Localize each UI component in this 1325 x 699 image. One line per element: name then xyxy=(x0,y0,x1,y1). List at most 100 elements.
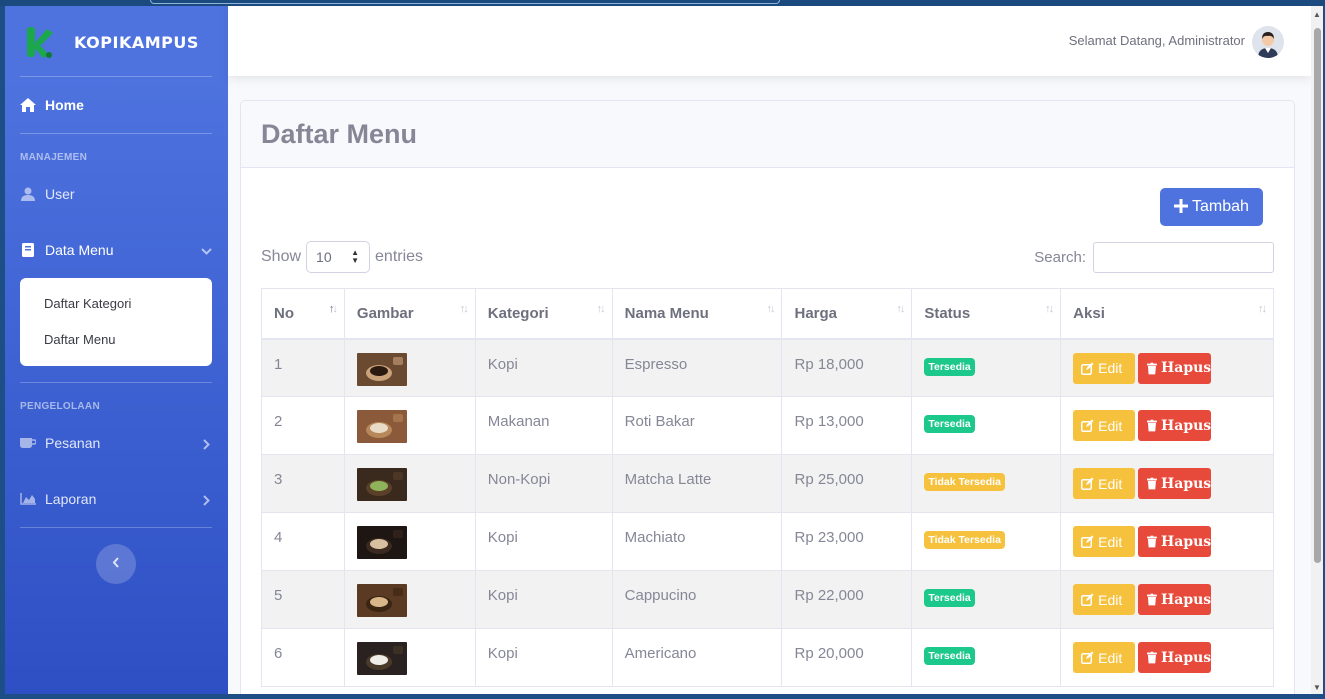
sidebar-item-home[interactable]: Home xyxy=(20,90,212,120)
sidebar-item-laporan[interactable]: Laporan xyxy=(20,484,212,514)
card-header: Daftar Menu xyxy=(241,101,1294,168)
brand[interactable]: KOPIKAMPUS xyxy=(25,22,199,62)
entries-label: entries xyxy=(375,248,424,265)
search-input[interactable] xyxy=(1093,242,1274,273)
entries-value: 10 xyxy=(316,249,332,265)
sidebar-toggle-button[interactable] xyxy=(96,544,136,584)
delete-button[interactable]: Hapus xyxy=(1138,410,1212,441)
kategori-text: Makanan xyxy=(487,413,550,430)
show-label: Show xyxy=(261,248,302,265)
page-scrollbar[interactable]: ▲ ▼ xyxy=(1311,6,1323,694)
header-label: No xyxy=(274,304,294,322)
delete-button[interactable]: Hapus xyxy=(1138,526,1212,557)
header-label: Aksi xyxy=(1073,304,1105,322)
cell-gambar xyxy=(343,338,476,397)
menu-item-photo xyxy=(356,584,407,617)
sort-icon: ↑↓ xyxy=(596,303,606,315)
column-header-kategori[interactable]: Kategori ↑↓ xyxy=(474,288,613,340)
status-badge: Tersedia xyxy=(924,357,975,376)
welcome-text[interactable]: Selamat Datang, Administrator xyxy=(1069,33,1245,48)
avatar[interactable] xyxy=(1252,26,1284,58)
sidebar-divider xyxy=(20,133,212,134)
cell-gambar xyxy=(343,628,476,687)
edit-button[interactable]: Edit xyxy=(1073,352,1136,384)
menu-name-text: Machiato xyxy=(624,529,686,546)
edit-icon xyxy=(1081,362,1094,375)
sidebar-heading-manajemen: MANAJEMEN xyxy=(20,152,88,163)
menu-name-text: Cappucino xyxy=(624,587,697,604)
row-number: 6 xyxy=(274,645,283,662)
submenu-item-daftar-kategori[interactable]: Daftar Kategori xyxy=(44,296,131,311)
scroll-down-icon[interactable]: ▼ xyxy=(1313,683,1321,692)
menu-card: Daftar Menu Tambah Show 10 ▲ ▼ entries Se… xyxy=(240,100,1295,694)
edit-button[interactable]: Edit xyxy=(1073,410,1136,441)
menu-name-text: Americano xyxy=(624,645,697,662)
cell-aksi: Edit Hapus xyxy=(1060,454,1274,513)
column-header-harga[interactable]: Harga ↑↓ xyxy=(781,288,913,340)
delete-label: Hapus xyxy=(1161,591,1212,608)
home-icon xyxy=(20,97,36,113)
table-row: 2 Makanan Roti Bakar Rp 13,000 Tersedia Edit H… xyxy=(261,396,1274,455)
edit-button[interactable]: Edit xyxy=(1073,526,1136,557)
sort-icon: ↑↓ xyxy=(459,303,469,315)
delete-button[interactable]: Hapus xyxy=(1138,352,1212,384)
cell-nama-menu: Roti Bakar xyxy=(611,396,783,455)
scroll-up-icon[interactable]: ▲ xyxy=(1313,10,1321,19)
cell-aksi: Edit Hapus xyxy=(1060,628,1274,687)
sort-icon: ↑↓ xyxy=(766,303,775,315)
edit-icon xyxy=(1081,419,1094,432)
scrollbar-thumb[interactable] xyxy=(1314,28,1321,563)
sort-icon: ↑↓ xyxy=(1045,303,1054,315)
header-label: Gambar xyxy=(356,304,414,322)
cell-harga: Rp 23,000 xyxy=(781,512,913,571)
delete-label: Hapus xyxy=(1161,360,1212,376)
edit-button[interactable]: Edit xyxy=(1073,642,1136,673)
column-header-gambar[interactable]: Gambar ↑↓ xyxy=(343,288,476,340)
price-text: Rp 18,000 xyxy=(794,355,864,373)
sort-asc-icon: ↑↓ xyxy=(328,303,338,315)
edit-button[interactable]: Edit xyxy=(1073,584,1136,615)
submenu-item-daftar-menu[interactable]: Daftar Menu xyxy=(44,332,116,347)
table-row: 5 Kopi Cappucino Rp 22,000 Tersedia Edit Hapus xyxy=(261,570,1274,629)
delete-button[interactable]: Hapus xyxy=(1138,584,1212,615)
row-number: 3 xyxy=(274,471,283,488)
brand-name: KOPIKAMPUS xyxy=(74,32,199,52)
delete-button[interactable]: Hapus xyxy=(1138,642,1212,673)
delete-button[interactable]: Hapus xyxy=(1138,468,1212,499)
sidebar-item-user[interactable]: User xyxy=(20,179,212,209)
cell-harga: Rp 20,000 xyxy=(781,628,913,687)
chevron-left-icon xyxy=(112,555,120,573)
edit-label: Edit xyxy=(1098,475,1123,492)
search-label: Search: xyxy=(1034,249,1086,266)
menu-item-photo xyxy=(356,642,407,675)
page-title: Daftar Menu xyxy=(261,118,418,149)
sidebar-item-pesanan[interactable]: Pesanan xyxy=(20,428,212,458)
column-header-no[interactable]: No ↑↓ xyxy=(261,288,345,340)
sidebar-item-label: Home xyxy=(45,97,84,113)
kategori-text: Kopi xyxy=(487,645,518,662)
cell-status: Tersedia xyxy=(911,570,1062,629)
cell-status: Tidak Tersedia xyxy=(911,512,1062,571)
sidebar-item-data-menu[interactable]: Data Menu xyxy=(20,235,212,265)
edit-label: Edit xyxy=(1098,360,1123,376)
trash-icon xyxy=(1147,651,1158,664)
table-row: 6 Kopi Americano Rp 20,000 Tersedia Edit Hapus xyxy=(261,628,1274,687)
cell-aksi: Edit Hapus xyxy=(1060,570,1274,629)
trash-icon xyxy=(1147,593,1158,606)
sidebar-item-label: Pesanan xyxy=(45,435,101,451)
column-header-nama-menu[interactable]: Nama Menu ↑↓ xyxy=(611,288,783,340)
header-label: Kategori xyxy=(487,304,549,322)
delete-label: Hapus xyxy=(1161,649,1212,666)
chevron-right-icon xyxy=(203,493,210,509)
entries-select[interactable]: 10 ▲ ▼ xyxy=(306,241,371,273)
add-button-label: Tambah xyxy=(1192,198,1249,215)
row-number: 4 xyxy=(274,529,283,546)
trash-icon xyxy=(1147,535,1158,548)
plus-icon xyxy=(1174,197,1189,217)
column-header-aksi[interactable]: Aksi ↑↓ xyxy=(1060,288,1274,340)
add-menu-button[interactable]: Tambah xyxy=(1160,188,1263,226)
column-header-status[interactable]: Status ↑↓ xyxy=(911,288,1062,340)
price-text: Rp 22,000 xyxy=(794,587,864,604)
edit-button[interactable]: Edit xyxy=(1073,468,1136,499)
status-badge: Tersedia xyxy=(924,647,975,665)
